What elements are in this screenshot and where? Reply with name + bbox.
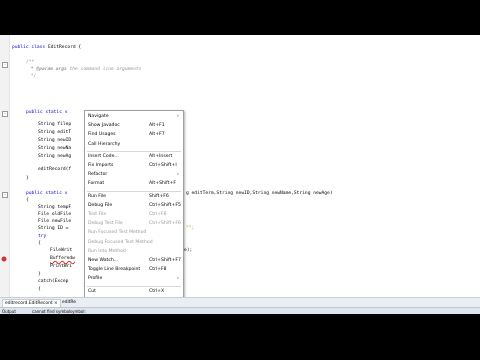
chevron-right-icon: › xyxy=(177,276,179,282)
fold-toggle-icon[interactable]: - xyxy=(2,192,8,198)
menu-item-shortcut: Ctrl+Shift+F7 xyxy=(149,258,181,263)
menu-separator xyxy=(87,190,181,192)
menu-item-label: Run Into Method xyxy=(88,248,126,254)
menu-item-run-into-method: Run Into Method xyxy=(85,248,183,256)
menu-item-label: Test File xyxy=(88,212,107,217)
code-line: String newNa xyxy=(38,146,72,151)
code-line: PrintWri xyxy=(50,264,73,269)
menu-item-toggle-line-breakpoint[interactable]: Toggle Line Breakpoint Ctrl+F8 xyxy=(85,266,183,274)
code-line-error: Bufferedw xyxy=(50,256,75,261)
menu-item-label: Cut xyxy=(88,288,96,294)
fold-toggle-icon[interactable]: - xyxy=(2,111,8,117)
code-line: } xyxy=(26,176,29,181)
code-line: String newAg xyxy=(38,154,72,159)
video-frame: - - - public class EditRecord { /** * @p… xyxy=(0,0,480,360)
menu-item-refactor[interactable]: Refactor › xyxy=(85,171,183,179)
menu-item-navigate[interactable]: Navigate › xyxy=(85,113,183,121)
code-line: editRecord(f xyxy=(38,167,72,172)
menu-item-show-javadoc[interactable]: Show Javadoc Alt+F1 xyxy=(85,122,183,130)
code-line: FileWrit xyxy=(50,248,73,253)
code-line: catch(Excep xyxy=(38,279,69,284)
menu-item-label: Find Usages xyxy=(88,132,116,138)
menu-item-label: Call Hierarchy xyxy=(88,141,121,147)
menu-item-shortcut: Alt+F7 xyxy=(149,132,165,138)
code-line: ""; xyxy=(186,225,194,233)
code-line: g editTerm,String newID,String newName,S… xyxy=(186,191,333,196)
menu-separator xyxy=(87,150,181,152)
code-line: { xyxy=(38,287,41,292)
menu-item-call-hierarchy[interactable]: Call Hierarchy xyxy=(85,141,183,149)
menu-item-debug-file[interactable]: Debug File Ctrl+Shift+F5 xyxy=(85,202,183,210)
chevron-right-icon: › xyxy=(177,114,179,119)
menu-item-label: Refactor xyxy=(88,172,108,178)
javadoc-tag: * @param args xyxy=(28,67,67,72)
close-icon[interactable]: × xyxy=(54,301,58,306)
letterbox-top xyxy=(0,0,480,35)
code-comment: */ xyxy=(28,74,37,79)
code-line: public class EditRecord { xyxy=(12,44,81,52)
menu-item-label: Debug File xyxy=(88,202,113,208)
menu-item-label: Debug Test File xyxy=(88,221,123,227)
menu-item-debug-focused-test-method: Debug Focused Test Method xyxy=(85,239,183,247)
menu-item-label: Toggle Line Breakpoint xyxy=(88,267,141,273)
menu-item-test-file: Test File Ctrl+F6 xyxy=(85,211,183,219)
code-line: public static v xyxy=(26,190,68,198)
menu-item-shortcut: Ctrl+F6 xyxy=(149,212,167,217)
menu-item-shortcut: Alt+Insert xyxy=(149,153,173,159)
code-line: String ID = xyxy=(38,226,72,231)
letterbox-bottom xyxy=(0,314,480,360)
menu-item-shortcut: Ctrl+F8 xyxy=(149,267,167,273)
comment-text: the command line arguments xyxy=(66,67,142,72)
string-literal: ""; xyxy=(186,226,195,231)
menu-item-label: Format xyxy=(88,181,105,187)
code-keyword: public class xyxy=(12,45,46,50)
menu-item-format[interactable]: Format Alt+Shift+F xyxy=(85,180,183,188)
context-menu: Navigate › Show Javadoc Alt+F1 Find Usages Al… xyxy=(84,110,184,314)
menu-item-label: Insert Code... xyxy=(88,153,119,159)
menu-item-shortcut: Ctrl+Shift+I xyxy=(149,163,177,168)
tab-label: editrecord.EditRecord xyxy=(5,301,53,306)
editor-tab[interactable]: editRe xyxy=(60,299,78,307)
code-line: { xyxy=(38,241,41,246)
menu-item-label: Fix Imports xyxy=(88,163,114,168)
menu-item-insert-code[interactable]: Insert Code... Alt+Insert xyxy=(85,153,183,161)
code-line: String filep xyxy=(38,122,72,127)
code-editor[interactable]: - - - public class EditRecord { /** * @p… xyxy=(0,35,480,297)
menu-item-run-file[interactable]: Run File Shift+F6 xyxy=(85,193,183,201)
code-line: String editT xyxy=(38,130,72,135)
menu-item-run-focused-test-method: Run Focused Test Method xyxy=(85,229,183,237)
code-line: String newID xyxy=(38,138,72,143)
chevron-right-icon: › xyxy=(177,172,179,178)
menu-item-fix-imports[interactable]: Fix Imports Ctrl+Shift+I xyxy=(85,162,183,170)
tab-label: editRe xyxy=(62,300,76,305)
menu-item-shortcut: Ctrl+X xyxy=(149,288,165,294)
menu-item-debug-test-file: Debug Test File Ctrl+Shift+F6 xyxy=(85,220,183,228)
menu-item-shortcut: Ctrl+Shift+F5 xyxy=(149,202,181,208)
menu-item-new-watch[interactable]: New Watch... Ctrl+Shift+F7 xyxy=(85,257,183,265)
menu-item-shortcut: Alt+Shift+F xyxy=(149,181,177,187)
code-line: public static v xyxy=(26,109,68,117)
code-text: EditRecord { xyxy=(45,45,82,50)
code-keyword: public static v xyxy=(26,110,68,115)
menu-item-label: Show Javadoc xyxy=(88,123,120,129)
code-keyword: public static v xyxy=(26,191,68,196)
menu-item-shortcut: Ctrl+Shift+F6 xyxy=(149,221,181,227)
menu-item-find-usages[interactable]: Find Usages Alt+F7 xyxy=(85,131,183,139)
menu-item-shortcut: Shift+F6 xyxy=(149,193,169,199)
menu-item-shortcut: Alt+F1 xyxy=(149,123,165,129)
menu-item-label: Run Focused Test Method xyxy=(88,230,147,236)
fold-toggle-icon[interactable]: - xyxy=(2,62,8,68)
menu-item-label: Debug Focused Test Method xyxy=(88,239,153,245)
menu-item-label: Profile xyxy=(88,276,103,282)
code-line: e); xyxy=(184,248,193,253)
code-line: { xyxy=(26,198,29,203)
menu-item-label: Run File xyxy=(88,193,106,199)
menu-item-profile[interactable]: Profile › xyxy=(85,275,183,283)
menu-item-label: Navigate xyxy=(88,114,109,119)
breakpoint-icon[interactable] xyxy=(1,256,7,262)
menu-separator xyxy=(87,285,181,287)
code-comment: * @param args the command line arguments xyxy=(28,66,142,74)
menu-item-label: New Watch... xyxy=(88,258,119,263)
menu-item-cut[interactable]: Cut Ctrl+X xyxy=(85,288,183,296)
